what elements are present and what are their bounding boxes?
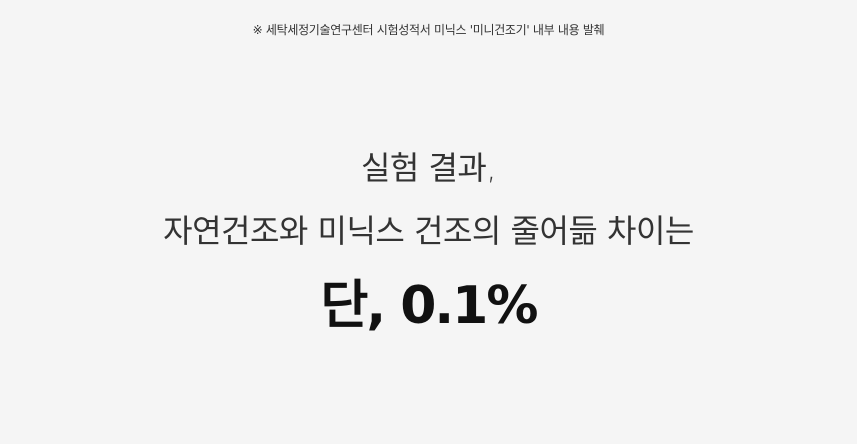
source-footnote: ※ 세탁세정기술연구센터 시험성적서 미닉스 '미니건조기' 내부 내용 발췌 <box>252 23 605 37</box>
result-value: 단, 0.1% <box>320 276 539 336</box>
headline-line-2: 자연건조와 미닉스 건조의 줄어듦 차이는 <box>163 212 694 250</box>
page: ※ 세탁세정기술연구센터 시험성적서 미닉스 '미니건조기' 내부 내용 발췌 … <box>0 0 857 444</box>
headline-line-1: 실험 결과, <box>360 149 497 187</box>
